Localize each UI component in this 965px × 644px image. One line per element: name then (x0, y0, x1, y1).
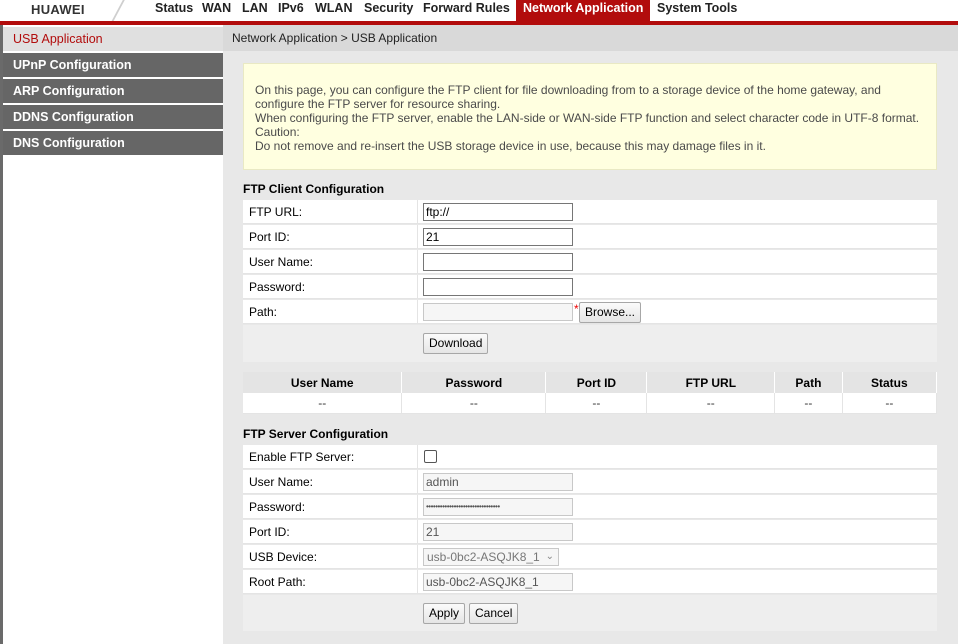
cell-status: -- (842, 393, 938, 414)
user-name-input[interactable] (423, 253, 573, 271)
ftp-url-input[interactable]: ftp:// (423, 203, 573, 221)
sidebar-item-dns-configuration[interactable]: DNS Configuration (3, 131, 223, 157)
notice-line: When configuring the FTP server, enable … (255, 111, 920, 125)
column-divider (417, 250, 418, 274)
column-divider (417, 545, 418, 569)
root-path-row: Root Path: usb-0bc2-ASQJK8_1 (243, 570, 937, 594)
notice-line: Caution: (255, 125, 300, 139)
cell-ftp-url: -- (646, 393, 776, 414)
server-user-label: User Name: (249, 475, 314, 489)
nav-wlan[interactable]: WLAN (315, 0, 353, 21)
ftp-server-title: FTP Server Configuration (243, 427, 389, 441)
notice-line: On this page, you can configure the FTP … (255, 83, 881, 97)
top-navigation-bar: HUAWEI Status WAN LAN IPv6 WLAN Security… (0, 0, 965, 22)
column-divider (417, 225, 418, 249)
user-name-row: User Name: (243, 250, 937, 274)
server-actions-row: Apply Cancel (243, 595, 937, 631)
sidebar: USB Application UPnP Configuration ARP C… (3, 27, 223, 644)
col-path: Path (774, 372, 843, 393)
server-password-input[interactable]: •••••••••••••••••••••••••••••••• (423, 498, 573, 516)
column-divider (417, 445, 418, 469)
port-id-label: Port ID: (249, 230, 290, 244)
cell-password: -- (401, 393, 547, 414)
required-mark: * (574, 302, 579, 316)
cancel-button[interactable]: Cancel (469, 603, 519, 624)
main-content: Network Application > USB Application On… (223, 25, 958, 644)
server-port-label: Port ID: (249, 525, 290, 539)
col-user-name: User Name (243, 372, 403, 393)
nav-security[interactable]: Security (364, 0, 413, 21)
path-input[interactable] (423, 303, 573, 321)
huawei-logo: HUAWEI (31, 2, 85, 17)
sidebar-item-upnp-configuration[interactable]: UPnP Configuration (3, 53, 223, 79)
nav-wan[interactable]: WAN (202, 0, 231, 21)
col-status: Status (842, 372, 938, 393)
nav-system-tools[interactable]: System Tools (657, 0, 737, 21)
usb-device-value: usb-0bc2-ASQJK8_1 (427, 550, 540, 564)
apply-button[interactable]: Apply (423, 603, 466, 624)
usb-device-row: USB Device: usb-0bc2-ASQJK8_1 ⌄ (243, 545, 937, 569)
column-divider (417, 200, 418, 224)
table-row: -- -- -- -- -- -- (243, 393, 938, 414)
column-divider (417, 300, 418, 324)
server-port-row: Port ID: 21 (243, 520, 937, 544)
chevron-down-icon: ⌄ (545, 551, 554, 562)
enable-ftp-label: Enable FTP Server: (249, 450, 355, 464)
sidebar-item-arp-configuration[interactable]: ARP Configuration (3, 79, 223, 105)
nav-lan[interactable]: LAN (242, 0, 268, 21)
cell-path: -- (774, 393, 843, 414)
column-divider (417, 570, 418, 594)
download-row: Download (243, 325, 937, 362)
ftp-url-row: FTP URL: ftp:// (243, 200, 937, 224)
column-divider (417, 275, 418, 299)
nav-network-application[interactable]: Network Application (516, 0, 651, 21)
server-user-input[interactable]: admin (423, 473, 573, 491)
col-password: Password (401, 372, 547, 393)
enable-ftp-checkbox[interactable] (424, 450, 437, 463)
server-port-input[interactable]: 21 (423, 523, 573, 541)
cell-port-id: -- (545, 393, 648, 414)
info-notice: On this page, you can configure the FTP … (243, 63, 937, 170)
port-id-row: Port ID: 21 (243, 225, 937, 249)
ftp-url-label: FTP URL: (249, 205, 303, 219)
browse-button[interactable]: Browse... (579, 302, 642, 323)
user-name-label: User Name: (249, 255, 314, 269)
ftp-client-title: FTP Client Configuration (243, 182, 385, 196)
nav-status[interactable]: Status (155, 0, 193, 21)
ftp-client-table: User Name Password Port ID FTP URL Path … (243, 372, 938, 414)
sidebar-item-ddns-configuration[interactable]: DDNS Configuration (3, 105, 223, 131)
column-divider (417, 520, 418, 544)
port-id-input[interactable]: 21 (423, 228, 573, 246)
notice-line: configure the FTP server for resource sh… (255, 97, 501, 111)
root-path-input[interactable]: usb-0bc2-ASQJK8_1 (423, 573, 573, 591)
nav-forward-rules[interactable]: Forward Rules (423, 0, 510, 21)
breadcrumb: Network Application > USB Application (223, 25, 958, 51)
usb-device-select[interactable]: usb-0bc2-ASQJK8_1 ⌄ (423, 548, 559, 566)
enable-ftp-row: Enable FTP Server: (243, 445, 937, 469)
column-divider (417, 495, 418, 519)
nav-ipv6[interactable]: IPv6 (278, 0, 304, 21)
download-button[interactable]: Download (423, 333, 489, 354)
usb-device-label: USB Device: (249, 550, 318, 564)
table-header-row: User Name Password Port ID FTP URL Path … (243, 372, 938, 393)
password-input[interactable] (423, 278, 573, 296)
column-divider (417, 470, 418, 494)
password-row: Password: (243, 275, 937, 299)
server-password-label: Password: (249, 500, 306, 514)
col-ftp-url: FTP URL (646, 372, 776, 393)
notice-line: Do not remove and re-insert the USB stor… (255, 139, 766, 153)
cell-user-name: -- (243, 393, 403, 414)
sidebar-item-usb-application[interactable]: USB Application (3, 27, 223, 53)
server-password-row: Password: ••••••••••••••••••••••••••••••… (243, 495, 937, 519)
path-label: Path: (249, 305, 278, 319)
logo-divider (111, 0, 127, 22)
server-user-row: User Name: admin (243, 470, 937, 494)
path-row: Path: * Browse... (243, 300, 937, 324)
root-path-label: Root Path: (249, 575, 306, 589)
col-port-id: Port ID (545, 372, 648, 393)
password-label: Password: (249, 280, 306, 294)
